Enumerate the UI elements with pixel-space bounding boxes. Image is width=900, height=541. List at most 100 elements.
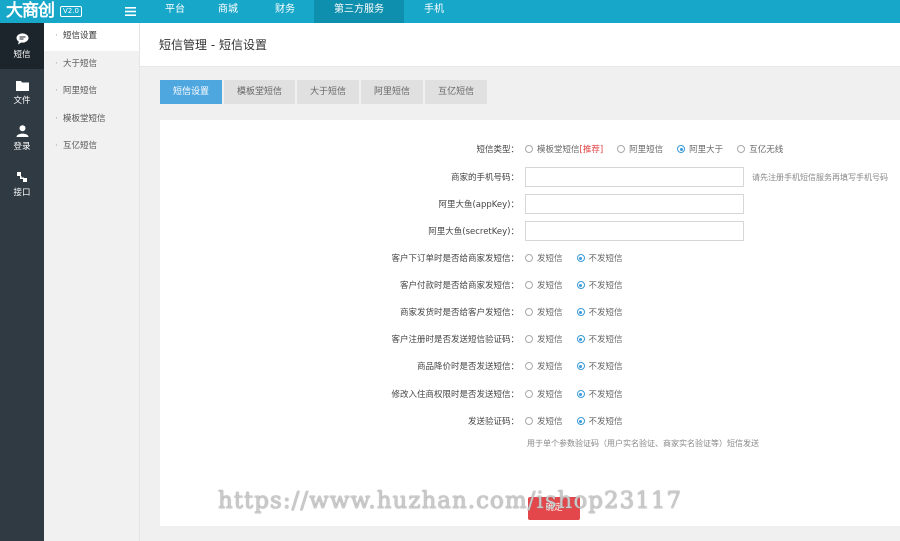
radio-icon [525, 390, 533, 398]
nav-item-mobile[interactable]: 手机 [404, 0, 464, 23]
switch-label: 商家发货时是否给客户发短信： [399, 308, 519, 318]
radio-checked-icon [677, 145, 686, 153]
sms-type-option-huyi[interactable]: 互亿无线 [737, 143, 783, 155]
sms-type-label: 短信类型： [476, 145, 519, 155]
sidebar-item-label: 文件 [13, 96, 31, 106]
tab-aliyun-sms[interactable]: 阿里短信 [361, 80, 424, 104]
tab-sms-settings[interactable]: 短信设置 [160, 80, 223, 104]
switch-label: 修改入住商权限时是否发送短信： [391, 390, 519, 400]
sms-type-option-aliyun[interactable]: 阿里短信 [617, 143, 663, 155]
radio-checked-icon [576, 308, 585, 316]
sidebar-item-api[interactable]: 接口 [0, 161, 44, 207]
option-label: 阿里短信 [629, 145, 664, 155]
sidebar-item-file[interactable]: 文件 [0, 69, 44, 115]
sidebar: 短信 文件 登录 接口 [0, 23, 44, 541]
tab-bar: 短信设置 模板堂短信 大于短信 阿里短信 互亿短信 [160, 80, 489, 104]
switch-label: 发送验证码： [467, 417, 519, 427]
option-label: 发短信 [537, 254, 563, 264]
send-sms-radio[interactable]: 发短信 [525, 388, 563, 400]
radio-icon [525, 417, 533, 425]
submenu-item-dayu-sms[interactable]: 大于短信 [44, 51, 139, 79]
no-sms-radio[interactable]: 不发短信 [576, 252, 623, 264]
version-badge: V2.0 [60, 6, 82, 17]
merchant-phone-label: 商家的手机号码： [450, 173, 519, 183]
menu-icon[interactable] [110, 0, 150, 23]
recommend-tag: [推荐] [579, 145, 604, 155]
option-label: 模板堂短信 [537, 145, 580, 155]
option-label: 不发短信 [588, 308, 623, 318]
app-key-label: 阿里大鱼(appKey)： [438, 200, 519, 210]
submenu-item-huyi-sms[interactable]: 互亿短信 [44, 133, 139, 161]
secret-key-input[interactable] [525, 221, 744, 241]
option-label: 发短信 [537, 335, 563, 345]
sidebar-item-label: 接口 [13, 188, 31, 198]
option-label: 不发短信 [588, 390, 623, 400]
tab-template-sms[interactable]: 模板堂短信 [224, 80, 296, 104]
radio-icon [525, 308, 533, 316]
option-label: 不发短信 [588, 417, 623, 427]
settings-form: 短信类型： 模板堂短信 [推荐] 阿里短信 阿里大于 互亿无线 商家的手机号码： [160, 120, 900, 526]
tab-huyi-sms[interactable]: 互亿短信 [425, 80, 488, 104]
no-sms-radio[interactable]: 不发短信 [576, 306, 623, 318]
no-sms-radio[interactable]: 不发短信 [576, 279, 623, 291]
radio-icon [525, 281, 533, 289]
nav-item-finance[interactable]: 财务 [256, 0, 314, 23]
option-label: 发短信 [537, 417, 563, 427]
radio-checked-icon [576, 417, 585, 425]
radio-checked-icon [576, 362, 585, 370]
sms-type-option-template[interactable]: 模板堂短信 [推荐] [525, 143, 603, 155]
send-sms-radio[interactable]: 发短信 [525, 306, 563, 318]
radio-checked-icon [576, 281, 585, 289]
radio-icon [525, 362, 533, 370]
no-sms-radio[interactable]: 不发短信 [576, 388, 623, 400]
logo[interactable]: 大商创 V2.0 [0, 0, 110, 23]
logo-text: 大商创 [6, 1, 55, 21]
radio-checked-icon [576, 254, 585, 262]
switch-row-price-drop: 商品降价时是否发送短信： 发短信 不发短信 [160, 356, 637, 376]
radio-checked-icon [576, 335, 585, 343]
merchant-phone-input[interactable] [525, 167, 744, 187]
send-sms-radio[interactable]: 发短信 [525, 360, 563, 372]
submenu-item-sms-settings[interactable]: 短信设置 [44, 23, 139, 51]
no-sms-radio[interactable]: 不发短信 [576, 360, 623, 372]
plug-icon [14, 170, 30, 184]
no-sms-radio[interactable]: 不发短信 [576, 333, 623, 345]
page-title: 短信管理 - 短信设置 [140, 23, 900, 67]
radio-icon [737, 145, 746, 153]
switch-row-order-notify-merchant: 客户下订单时是否给商家发短信： 发短信 不发短信 [160, 248, 637, 268]
switch-label: 客户付款时是否给商家发短信： [399, 281, 519, 291]
radio-icon [525, 335, 533, 343]
switch-row-merchant-permission: 修改入住商权限时是否发送短信： 发短信 不发短信 [160, 384, 637, 404]
tab-dayu-sms[interactable]: 大于短信 [297, 80, 360, 104]
secret-key-label: 阿里大鱼(secretKey)： [428, 227, 519, 237]
switch-label: 商品降价时是否发送短信： [416, 362, 519, 372]
sidebar-item-label: 短信 [13, 50, 31, 60]
radio-icon [617, 145, 626, 153]
radio-icon [525, 145, 533, 153]
radio-checked-icon [576, 390, 585, 398]
submenu-item-aliyun-sms[interactable]: 阿里短信 [44, 78, 139, 106]
merchant-phone-hint: 请先注册手机短信服务再填写手机号码 [752, 172, 888, 182]
submenu: 短信设置 大于短信 阿里短信 模板堂短信 互亿短信 [44, 23, 140, 541]
nav-item-mall[interactable]: 商城 [200, 0, 256, 23]
option-label: 不发短信 [588, 335, 623, 345]
submenu-item-template-sms[interactable]: 模板堂短信 [44, 106, 139, 134]
nav-item-platform[interactable]: 平台 [150, 0, 200, 23]
watermark: https://www.huzhan.com/ishop23117 [218, 488, 683, 514]
option-label: 发短信 [537, 390, 563, 400]
send-sms-radio[interactable]: 发短信 [525, 333, 563, 345]
no-sms-radio[interactable]: 不发短信 [576, 415, 623, 427]
sidebar-item-login[interactable]: 登录 [0, 115, 44, 161]
send-sms-radio[interactable]: 发短信 [525, 415, 563, 427]
sms-type-option-alidayu[interactable]: 阿里大于 [677, 143, 723, 155]
option-label: 不发短信 [588, 362, 623, 372]
send-sms-radio[interactable]: 发短信 [525, 279, 563, 291]
option-label: 发短信 [537, 362, 563, 372]
switch-row-verify-code: 发送验证码： 发短信 不发短信 [160, 411, 637, 431]
nav-item-third-party[interactable]: 第三方服务 [314, 0, 404, 23]
option-label: 不发短信 [588, 281, 623, 291]
option-label: 发短信 [537, 281, 563, 291]
send-sms-radio[interactable]: 发短信 [525, 252, 563, 264]
sidebar-item-sms[interactable]: 短信 [0, 23, 44, 69]
app-key-input[interactable] [525, 194, 744, 214]
